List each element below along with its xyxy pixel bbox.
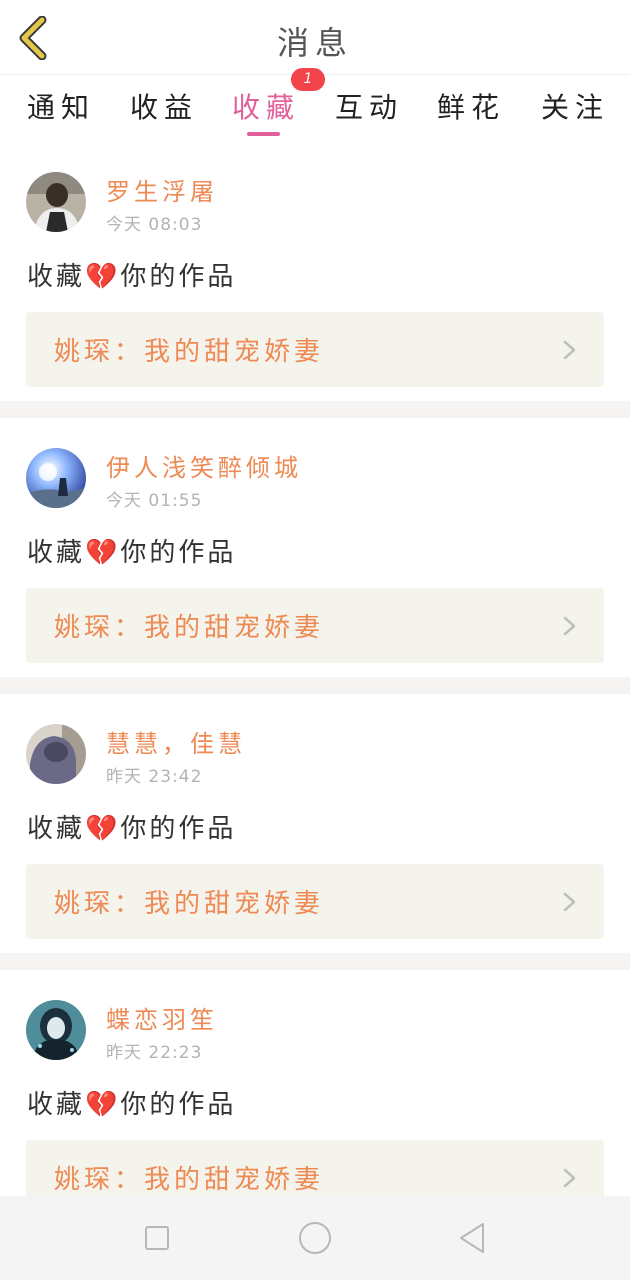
action-text: 收藏💔你的作品 bbox=[27, 814, 237, 844]
tab-flowers[interactable]: 鲜花 bbox=[437, 86, 505, 126]
divider bbox=[0, 401, 630, 419]
work-card[interactable]: 姚琛：我的甜宠娇妻 bbox=[26, 312, 604, 387]
square-icon[interactable] bbox=[139, 1220, 175, 1256]
avatar[interactable] bbox=[26, 172, 86, 232]
message-item[interactable]: 罗生浮屠 今天 08:03 收藏💔你的作品 姚琛：我的甜宠娇妻 bbox=[0, 142, 630, 400]
circle-icon[interactable] bbox=[297, 1220, 333, 1256]
work-title: 姚琛：我的甜宠娇妻 bbox=[54, 1165, 325, 1195]
tab-earnings[interactable]: 收益 bbox=[130, 86, 198, 126]
message-item[interactable]: 慧慧，佳慧 昨天 23:42 收藏💔你的作品 姚琛：我的甜宠娇妻 bbox=[0, 694, 630, 952]
avatar[interactable] bbox=[26, 1000, 86, 1060]
message-item[interactable]: 伊人浅笑醉倾城 今天 01:55 收藏💔你的作品 姚琛：我的甜宠娇妻 bbox=[0, 418, 630, 676]
timestamp: 昨天 22:23 bbox=[106, 1043, 203, 1063]
action-text: 收藏💔你的作品 bbox=[27, 538, 237, 568]
action-text: 收藏💔你的作品 bbox=[27, 262, 237, 292]
app-header: 消息 bbox=[0, 0, 630, 75]
user-name[interactable]: 罗生浮屠 bbox=[106, 172, 218, 207]
page-title: 消息 bbox=[276, 24, 353, 62]
work-card[interactable]: 姚琛：我的甜宠娇妻 bbox=[26, 588, 604, 663]
chevron-right-icon bbox=[563, 892, 576, 912]
tab-interactions[interactable]: 互动 bbox=[335, 86, 403, 126]
user-name[interactable]: 慧慧，佳慧 bbox=[106, 724, 246, 759]
tab-favorites[interactable]: 收藏 bbox=[232, 86, 300, 126]
action-text: 收藏💔你的作品 bbox=[27, 1090, 237, 1120]
timestamp: 今天 08:03 bbox=[106, 215, 203, 235]
favorites-badge: 1 bbox=[291, 68, 325, 91]
avatar[interactable] bbox=[26, 448, 86, 508]
message-item[interactable]: 蝶恋羽笙 昨天 22:23 收藏💔你的作品 姚琛：我的甜宠娇妻 bbox=[0, 970, 630, 1228]
divider bbox=[0, 953, 630, 971]
chevron-right-icon bbox=[563, 616, 576, 636]
avatar[interactable] bbox=[26, 724, 86, 784]
timestamp: 昨天 23:42 bbox=[106, 767, 203, 787]
system-nav-bar bbox=[0, 1196, 630, 1280]
work-title: 姚琛：我的甜宠娇妻 bbox=[54, 889, 325, 919]
chevron-right-icon bbox=[563, 340, 576, 360]
divider bbox=[0, 677, 630, 695]
tab-follows[interactable]: 关注 bbox=[541, 86, 609, 126]
work-card[interactable]: 姚琛：我的甜宠娇妻 bbox=[26, 864, 604, 939]
chevron-right-icon bbox=[563, 1168, 576, 1188]
triangle-back-icon[interactable] bbox=[455, 1220, 491, 1256]
active-tab-indicator bbox=[247, 132, 280, 136]
user-name[interactable]: 蝶恋羽笙 bbox=[106, 1000, 218, 1035]
work-title: 姚琛：我的甜宠娇妻 bbox=[54, 613, 325, 643]
work-title: 姚琛：我的甜宠娇妻 bbox=[54, 337, 325, 367]
tab-notifications[interactable]: 通知 bbox=[27, 86, 95, 126]
timestamp: 今天 01:55 bbox=[106, 491, 203, 511]
user-name[interactable]: 伊人浅笑醉倾城 bbox=[106, 448, 302, 483]
